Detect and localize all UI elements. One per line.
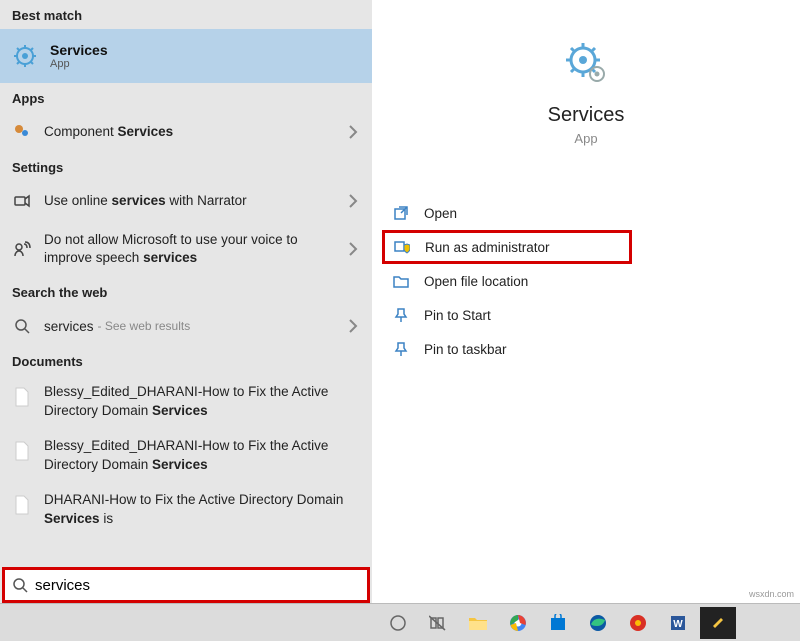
chevron-right-icon	[349, 194, 358, 208]
services-gear-icon	[12, 43, 38, 69]
svg-text:W: W	[673, 619, 683, 630]
best-match-result[interactable]: Services App	[0, 29, 372, 83]
action-open[interactable]: Open	[384, 196, 788, 230]
component-services-icon	[12, 122, 32, 142]
watermark: wsxdn.com	[749, 589, 794, 599]
narrator-icon	[12, 191, 32, 211]
cortana-icon[interactable]	[380, 607, 416, 639]
chrome-icon[interactable]	[500, 607, 536, 639]
details-panel: Services App Open Run as administrator O…	[372, 0, 800, 603]
web-term: services	[44, 319, 94, 334]
document-result[interactable]: DHARANI-How to Fix the Active Directory …	[0, 483, 372, 537]
action-label: Open file location	[424, 274, 528, 289]
word-icon[interactable]: W	[660, 607, 696, 639]
edge-icon[interactable]	[580, 607, 616, 639]
pin-icon	[392, 306, 410, 324]
search-icon	[11, 576, 29, 594]
action-pin-to-start[interactable]: Pin to Start	[384, 298, 788, 332]
services-gear-large-icon	[563, 40, 609, 86]
app-icon-dark[interactable]	[700, 607, 736, 639]
section-best-match: Best match	[0, 0, 372, 29]
search-icon	[12, 316, 32, 336]
best-match-title: Services	[50, 42, 108, 58]
task-view-icon[interactable]	[420, 607, 456, 639]
doc-label: Blessy_Edited_DHARANI-How to Fix the Act…	[44, 383, 360, 421]
section-search-web: Search the web	[0, 277, 372, 306]
doc-label: DHARANI-How to Fix the Active Directory …	[44, 491, 360, 529]
best-match-text: Services App	[50, 42, 108, 70]
document-result[interactable]: Blessy_Edited_DHARANI-How to Fix the Act…	[0, 429, 372, 483]
app-result-label: Component Services	[44, 123, 360, 141]
document-icon	[12, 439, 32, 463]
action-label: Pin to taskbar	[424, 342, 507, 357]
search-input[interactable]	[29, 577, 361, 594]
action-run-as-admin[interactable]: Run as administrator	[382, 230, 632, 264]
section-apps: Apps	[0, 83, 372, 112]
doc-label: Blessy_Edited_DHARANI-How to Fix the Act…	[44, 437, 360, 475]
speech-icon	[12, 239, 32, 259]
pin-icon	[392, 340, 410, 358]
document-icon	[12, 385, 32, 409]
action-open-file-location[interactable]: Open file location	[384, 264, 788, 298]
document-icon	[12, 493, 32, 517]
action-list: Open Run as administrator Open file loca…	[372, 196, 800, 366]
folder-icon	[392, 272, 410, 290]
search-bar[interactable]	[2, 567, 370, 603]
best-match-sub: App	[50, 58, 108, 70]
setting-label: Do not allow Microsoft to use your voice…	[44, 231, 360, 267]
web-result[interactable]: services - See web results	[0, 306, 372, 346]
action-label: Open	[424, 206, 457, 221]
search-results-panel: Best match Services App Apps Component S…	[0, 0, 372, 603]
setting-speech-services[interactable]: Do not allow Microsoft to use your voice…	[0, 221, 372, 277]
document-result[interactable]: Blessy_Edited_DHARANI-How to Fix the Act…	[0, 375, 372, 429]
chevron-right-icon	[349, 125, 358, 139]
details-title: Services	[548, 104, 625, 127]
setting-label: Use online services with Narrator	[44, 192, 360, 210]
action-label: Pin to Start	[424, 308, 491, 323]
store-icon[interactable]	[540, 607, 576, 639]
setting-narrator-services[interactable]: Use online services with Narrator	[0, 181, 372, 221]
section-settings: Settings	[0, 152, 372, 181]
section-documents: Documents	[0, 346, 372, 375]
admin-shield-icon	[393, 238, 411, 256]
action-label: Run as administrator	[425, 240, 550, 255]
app-result-component-services[interactable]: Component Services	[0, 112, 372, 152]
chevron-right-icon	[349, 319, 358, 333]
details-sub: App	[574, 131, 597, 146]
web-sub: - See web results	[98, 319, 191, 333]
file-explorer-icon[interactable]	[460, 607, 496, 639]
taskbar: W	[0, 603, 800, 641]
action-pin-to-taskbar[interactable]: Pin to taskbar	[384, 332, 788, 366]
chevron-right-icon	[349, 242, 358, 256]
app-icon-red[interactable]	[620, 607, 656, 639]
open-icon	[392, 204, 410, 222]
